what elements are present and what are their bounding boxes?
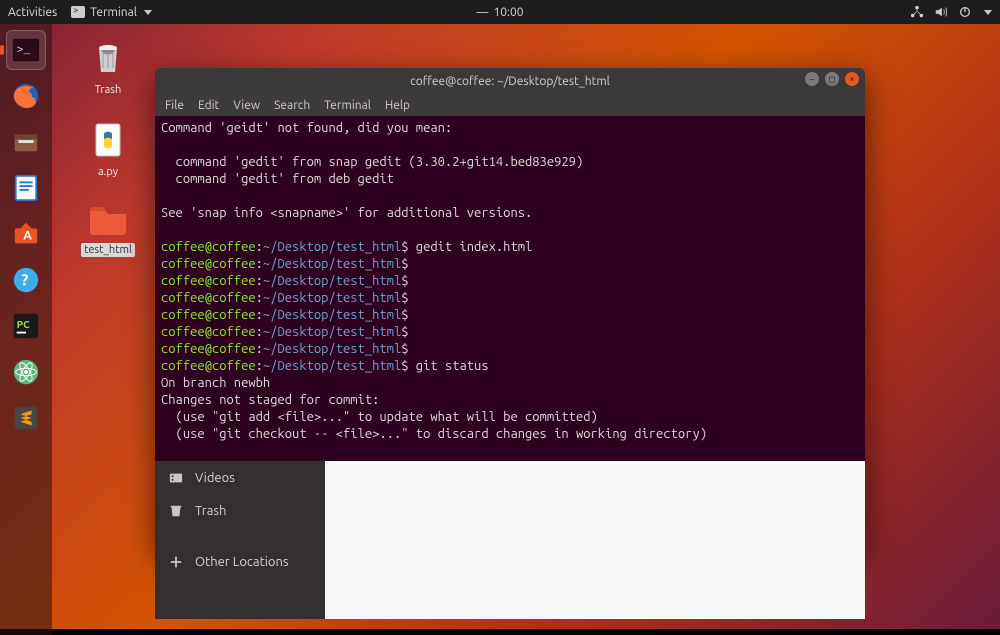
trash-icon [169,504,183,518]
menu-file[interactable]: File [165,99,184,112]
python-file-icon [88,120,128,160]
system-menu-chevron-icon[interactable] [984,10,992,15]
menu-view[interactable]: View [233,99,260,112]
desktop-folder-label: test_html [81,243,135,257]
dock-firefox[interactable] [6,76,46,116]
volume-icon[interactable] [934,5,948,19]
svg-text:>_: >_ [17,45,31,57]
dock-ubuntu-software[interactable]: A [6,214,46,254]
dock-libreoffice-writer[interactable] [6,168,46,208]
terminal-icon [71,6,85,18]
trash-icon [87,36,129,78]
gnome-top-bar: Activities Terminal — 10:00 [0,0,1000,24]
power-icon[interactable] [958,5,972,19]
menu-help[interactable]: Help [385,99,410,112]
menu-terminal[interactable]: Terminal [324,99,371,112]
window-minimize-button[interactable]: – [805,72,819,86]
video-icon [169,471,183,485]
folder-icon [86,200,130,238]
desktop-folder-testhtml[interactable]: test_html [78,200,138,257]
app-menu[interactable]: Terminal [71,6,152,19]
terminal-titlebar[interactable]: coffee@coffee: ~/Desktop/test_html – ◻ × [155,68,865,94]
chevron-down-icon [144,10,152,15]
files-sidebar-trash[interactable]: Trash [155,494,325,527]
activities-button[interactable]: Activities [8,6,57,19]
dock-pycharm[interactable]: PC [6,306,46,346]
dock-terminal[interactable]: >_ [6,30,46,70]
svg-text:?: ? [21,272,28,290]
files-window-fragment: Videos Trash Other Locations [155,461,865,619]
desktop-trash[interactable]: Trash [78,36,138,97]
svg-text:A: A [23,230,32,243]
clock-time: 10:00 [493,6,523,19]
files-sidebar-videos[interactable]: Videos [155,461,325,494]
menu-search[interactable]: Search [274,99,310,112]
desktop-file-apy[interactable]: a.py [78,120,138,179]
plus-icon [169,555,183,569]
window-close-button[interactable]: × [845,72,859,86]
network-icon[interactable] [910,5,924,19]
svg-text:PC: PC [17,318,31,330]
files-sidebar-videos-label: Videos [195,471,235,485]
dock-files[interactable] [6,122,46,162]
files-sidebar-other-label: Other Locations [195,555,289,569]
desktop-file-apy-label: a.py [95,165,121,179]
dock-help[interactable]: ? [6,260,46,300]
dock: >_ A ? PC [0,24,52,635]
dock-sublime[interactable] [6,398,46,438]
files-sidebar: Videos Trash Other Locations [155,461,325,619]
terminal-menubar: File Edit View Search Terminal Help [155,94,865,116]
menu-edit[interactable]: Edit [198,99,219,112]
clock[interactable]: — 10:00 [477,6,524,19]
app-menu-label: Terminal [90,6,137,19]
files-sidebar-other-locations[interactable]: Other Locations [155,545,325,578]
desktop-trash-label: Trash [92,83,125,97]
terminal-title: coffee@coffee: ~/Desktop/test_html [410,75,610,88]
files-sidebar-trash-label: Trash [195,504,226,518]
dock-atom[interactable] [6,352,46,392]
files-content-area[interactable] [325,461,865,619]
window-maximize-button[interactable]: ◻ [825,72,839,86]
